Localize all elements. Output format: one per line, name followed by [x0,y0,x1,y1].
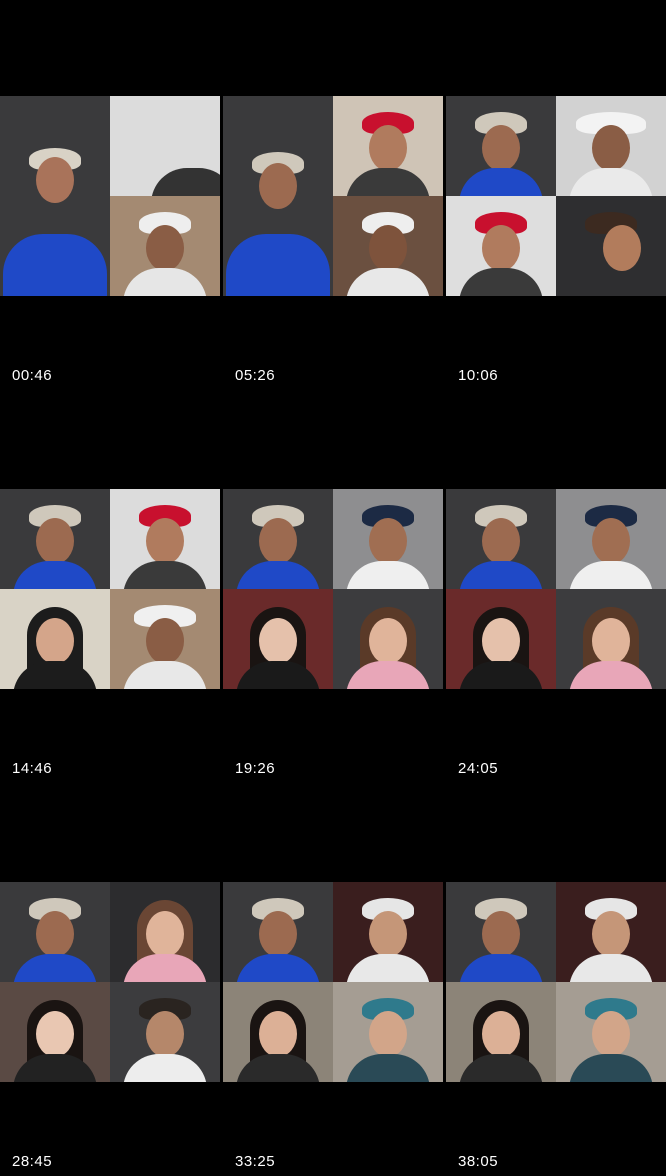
timestamp-label: 24:05 [458,760,499,777]
stream-tile [333,196,443,296]
video-thumbnail-8[interactable]: 33:25 [223,786,443,1176]
thumbnail-image [0,489,220,689]
timestamp-label: 19:26 [235,760,276,777]
timestamp-label: 28:45 [12,1153,53,1170]
timestamp-label: 38:05 [458,1153,499,1170]
stream-tile [333,982,443,1082]
thumbnail-image [223,96,443,296]
stream-tile [110,96,220,196]
stream-tile [0,589,110,689]
stream-tile [556,96,666,196]
stream-tile [446,982,556,1082]
stream-tile [333,882,443,982]
stream-tile [333,96,443,196]
timestamp-label: 14:46 [12,760,53,777]
thumbnail-image [0,882,220,1082]
stream-tile [333,489,443,589]
video-thumbnail-5[interactable]: 19:26 [223,393,443,783]
timestamp-label: 10:06 [458,367,499,384]
thumbnail-image [446,882,666,1082]
stream-tile [110,982,220,1082]
stream-tile [333,589,443,689]
stream-tile [446,489,556,589]
stream-tile [0,96,110,296]
video-thumbnail-grid: 00:46 05:26 10:06 14:46 19:26 24:05 28:4… [0,0,666,1176]
video-thumbnail-4[interactable]: 14:46 [0,393,220,783]
stream-tile [110,489,220,589]
thumbnail-image [223,489,443,689]
stream-tile [446,96,556,196]
stream-tile [0,882,110,982]
stream-tile [110,196,220,296]
video-thumbnail-2[interactable]: 05:26 [223,0,443,390]
thumbnail-image [223,882,443,1082]
video-thumbnail-6[interactable]: 24:05 [446,393,666,783]
stream-tile [446,882,556,982]
stream-tile [556,982,666,1082]
stream-tile [110,589,220,689]
stream-tile [0,489,110,589]
stream-tile [223,96,333,296]
timestamp-label: 05:26 [235,367,276,384]
stream-tile [556,882,666,982]
video-thumbnail-3[interactable]: 10:06 [446,0,666,390]
stream-tile [556,196,666,296]
video-thumbnail-1[interactable]: 00:46 [0,0,220,390]
stream-tile [0,982,110,1082]
stream-tile [223,982,333,1082]
video-thumbnail-7[interactable]: 28:45 [0,786,220,1176]
video-thumbnail-9[interactable]: 38:05 [446,786,666,1176]
stream-tile [223,882,333,982]
timestamp-label: 00:46 [12,367,53,384]
stream-tile [556,489,666,589]
stream-tile [110,882,220,982]
thumbnail-image [446,96,666,296]
stream-tile [223,589,333,689]
stream-tile [446,196,556,296]
thumbnail-image [446,489,666,689]
stream-tile [556,589,666,689]
thumbnail-image [0,96,220,296]
stream-tile [223,489,333,589]
timestamp-label: 33:25 [235,1153,276,1170]
stream-tile [446,589,556,689]
